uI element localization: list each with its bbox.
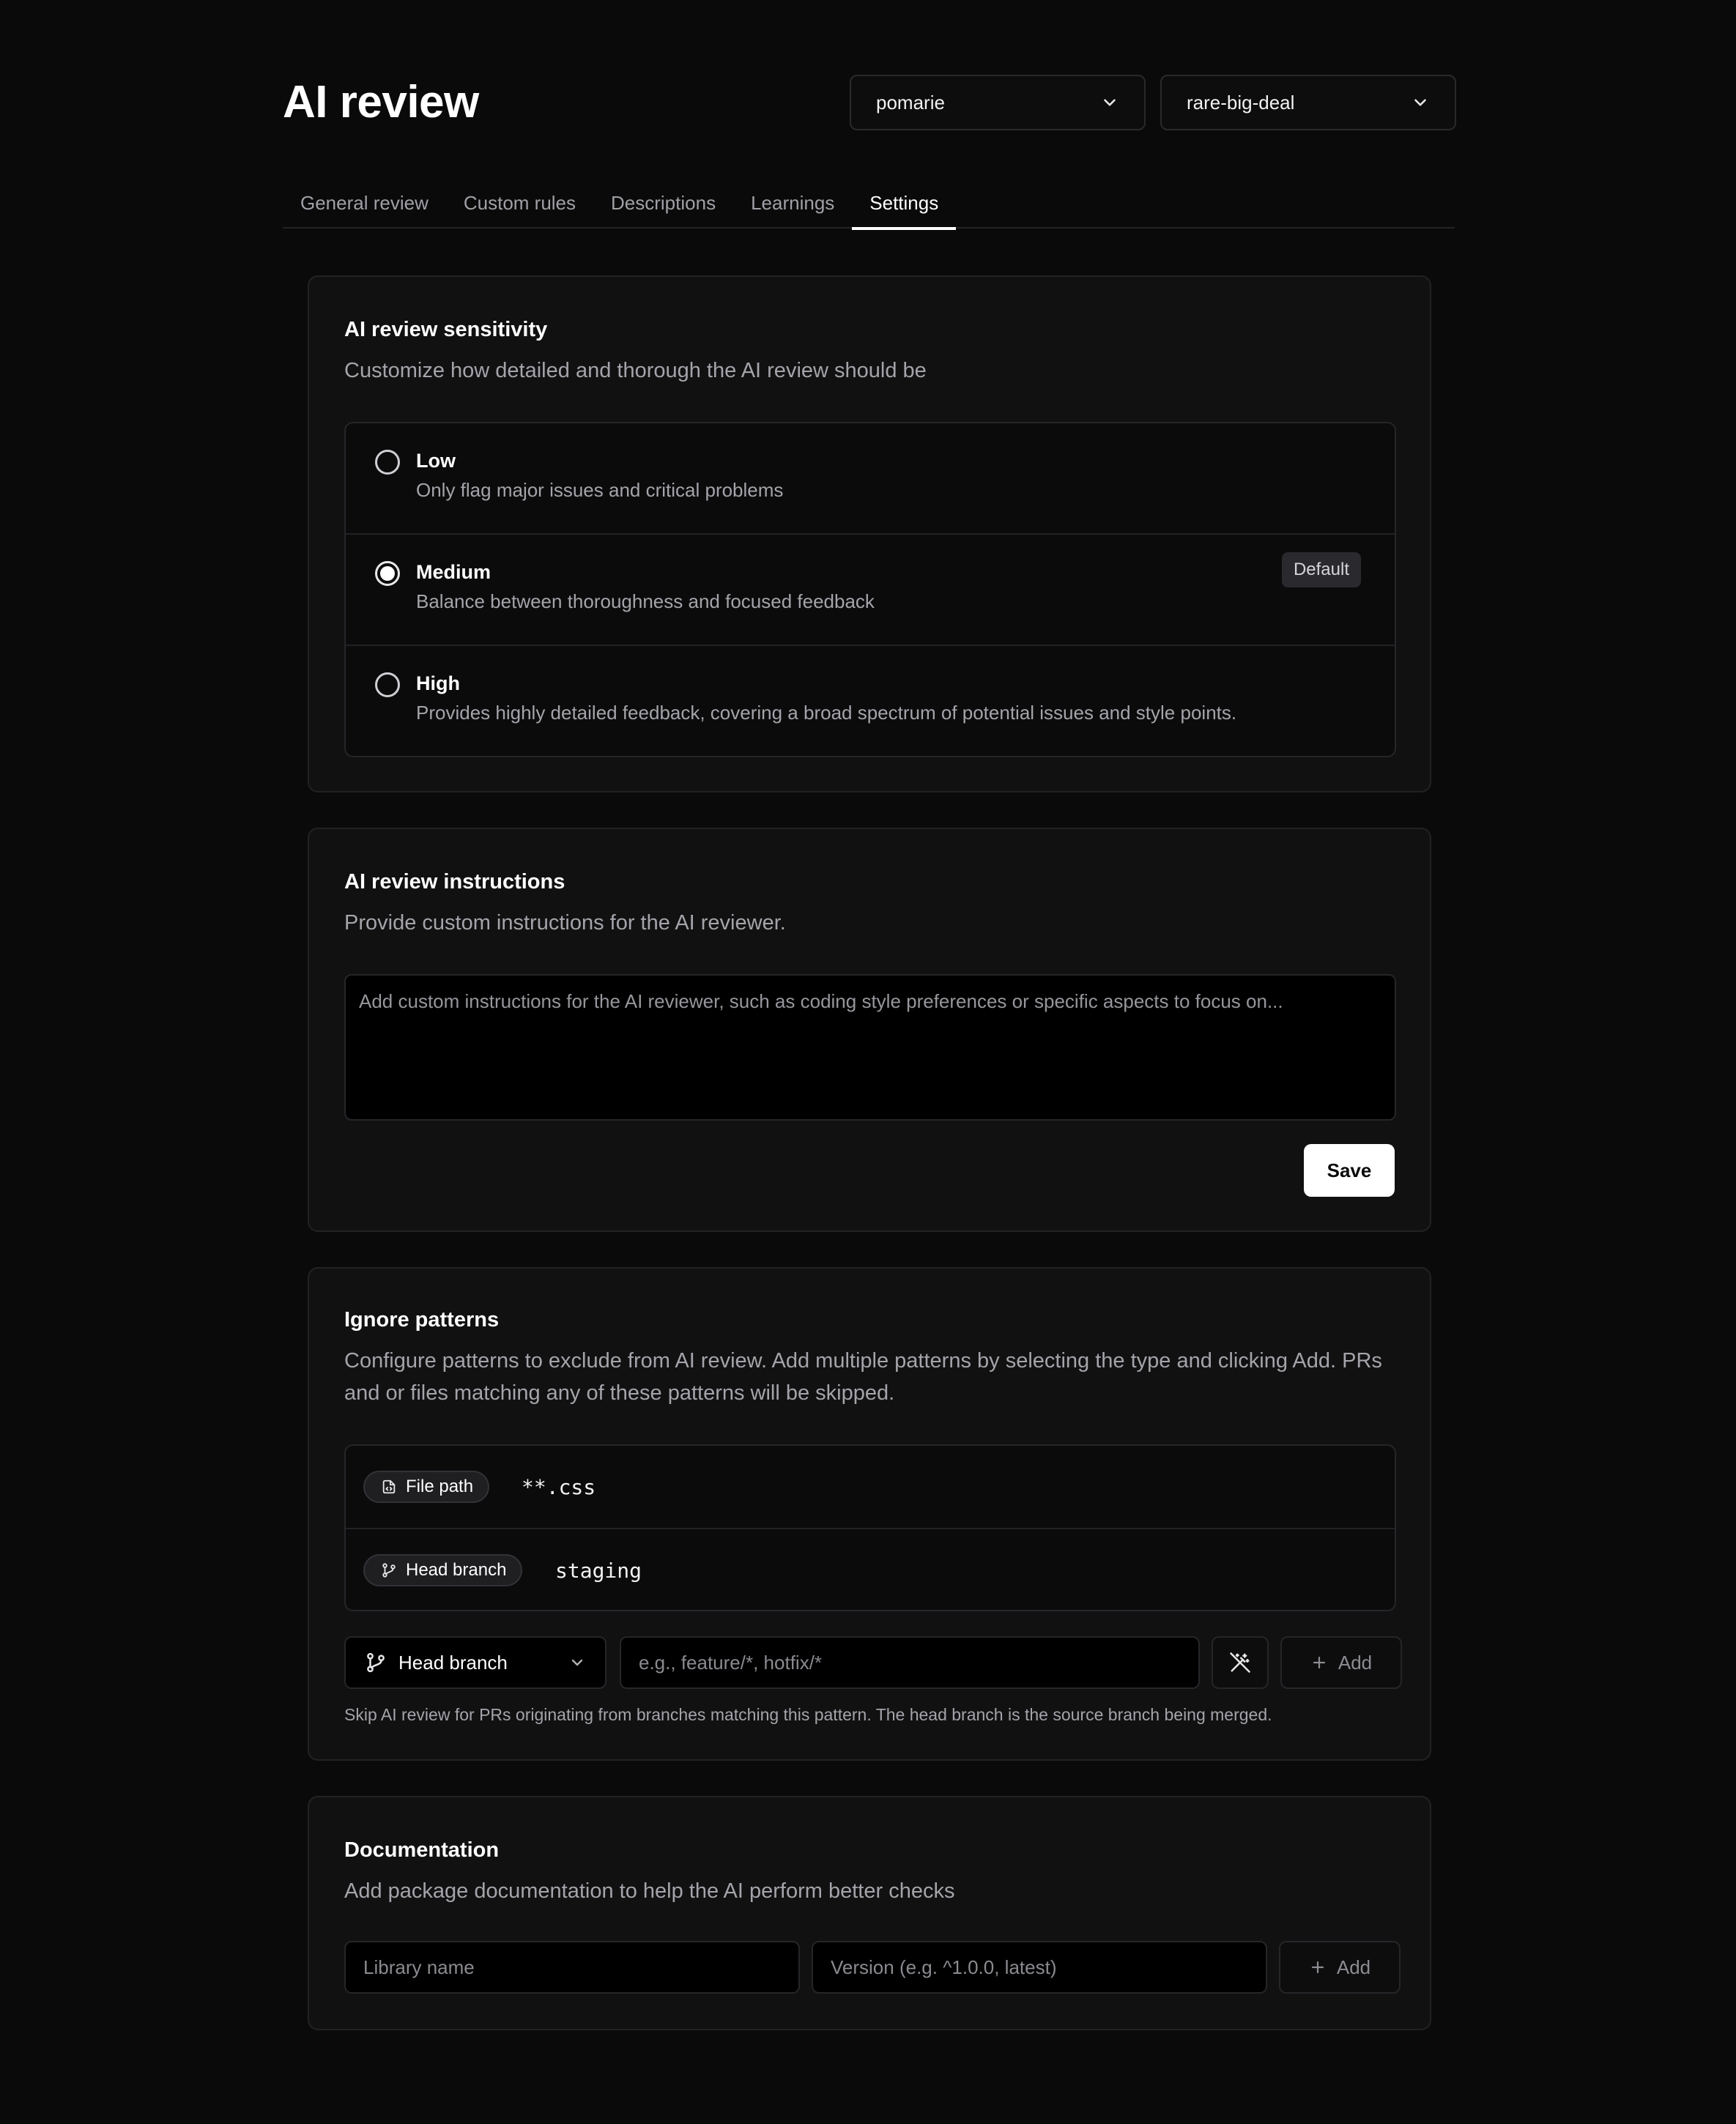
repo-select-value: rare-big-deal — [1187, 91, 1295, 114]
chevron-down-icon — [1104, 99, 1116, 106]
option-description: Only flag major issues and critical prob… — [416, 479, 784, 501]
pattern-type-label: Head branch — [406, 1560, 507, 1580]
ignore-patterns-card: Ignore patterns Configure patterns to ex… — [308, 1267, 1431, 1761]
option-description: Balance between thoroughness and focused… — [416, 590, 875, 612]
magic-wand-button[interactable] — [1212, 1636, 1269, 1689]
documentation-title: Documentation — [344, 1838, 500, 1862]
library-name-input[interactable] — [344, 1941, 800, 1994]
pattern-type-chip: Head branch — [363, 1554, 523, 1586]
pattern-hint: Skip AI review for PRs originating from … — [344, 1705, 1272, 1724]
tab-settings[interactable]: Settings — [852, 177, 957, 230]
sensitivity-option-low[interactable]: Low Only flag major issues and critical … — [346, 423, 1395, 535]
sensitivity-option-medium[interactable]: Medium Balance between thoroughness and … — [346, 535, 1395, 646]
pattern-value: staging — [555, 1559, 642, 1583]
pattern-type-select[interactable]: Head branch — [344, 1636, 607, 1689]
version-input[interactable] — [812, 1941, 1267, 1994]
pattern-type-chip: File path — [363, 1471, 490, 1503]
sensitivity-options: Low Only flag major issues and critical … — [344, 422, 1396, 757]
pattern-list: File path **.css Head branch staging — [344, 1444, 1396, 1611]
plus-icon — [1313, 1656, 1325, 1669]
radio-low[interactable] — [375, 450, 400, 475]
radio-high[interactable] — [375, 672, 400, 697]
instructions-description: Provide custom instructions for the AI r… — [344, 911, 786, 935]
git-branch-icon — [382, 1563, 396, 1578]
option-label: Low — [416, 450, 456, 472]
chevron-down-icon — [571, 1659, 583, 1666]
tab-descriptions[interactable]: Descriptions — [593, 177, 733, 229]
magic-wand-icon — [1230, 1652, 1250, 1673]
org-select-value: pomarie — [876, 91, 945, 114]
pattern-type-label: File path — [406, 1477, 474, 1496]
repo-select[interactable]: rare-big-deal — [1160, 75, 1456, 130]
chevron-down-icon — [1414, 99, 1426, 106]
pattern-row: File path **.css — [346, 1446, 1395, 1529]
page-title: AI review — [283, 77, 479, 127]
add-label: Add — [1336, 1956, 1371, 1978]
option-label: Medium — [416, 561, 492, 583]
tab-bar: General review Custom rules Descriptions… — [283, 177, 1455, 230]
add-pattern-button[interactable]: Add — [1280, 1636, 1402, 1689]
file-icon — [382, 1479, 396, 1494]
radio-medium[interactable] — [375, 561, 400, 586]
pattern-value: **.css — [522, 1475, 596, 1499]
plus-icon — [1311, 1961, 1324, 1974]
add-documentation-button[interactable]: Add — [1279, 1941, 1401, 1994]
ignore-description: Configure patterns to exclude from AI re… — [344, 1349, 1382, 1405]
tab-general-review[interactable]: General review — [283, 177, 446, 229]
documentation-card: Documentation Add package documentation … — [308, 1796, 1431, 2030]
instructions-title: AI review instructions — [344, 870, 565, 894]
git-branch-icon — [367, 1652, 385, 1673]
pattern-row: Head branch staging — [346, 1529, 1395, 1610]
sensitivity-card: AI review sensitivity Customize how deta… — [308, 275, 1431, 792]
ai-review-settings-page: AI review pomarie rare-big-deal General … — [0, 0, 1736, 2124]
instructions-textarea[interactable] — [344, 974, 1396, 1121]
pattern-type-select-value: Head branch — [398, 1651, 508, 1674]
sensitivity-option-high[interactable]: High Provides highly detailed feedback, … — [346, 646, 1395, 756]
tab-learnings[interactable]: Learnings — [733, 177, 852, 229]
add-label: Add — [1338, 1651, 1373, 1674]
sensitivity-title: AI review sensitivity — [344, 318, 548, 341]
ignore-title: Ignore patterns — [344, 1308, 500, 1332]
save-button[interactable]: Save — [1304, 1144, 1395, 1197]
documentation-description: Add package documentation to help the AI… — [344, 1879, 955, 1903]
instructions-card: AI review instructions Provide custom in… — [308, 828, 1431, 1232]
sensitivity-description: Customize how detailed and thorough the … — [344, 359, 927, 382]
org-select[interactable]: pomarie — [850, 75, 1146, 130]
option-description: Provides highly detailed feedback, cover… — [416, 702, 1237, 724]
option-label: High — [416, 672, 460, 694]
tab-custom-rules[interactable]: Custom rules — [446, 177, 593, 229]
pattern-input[interactable] — [620, 1636, 1200, 1689]
default-badge: Default — [1281, 552, 1361, 587]
